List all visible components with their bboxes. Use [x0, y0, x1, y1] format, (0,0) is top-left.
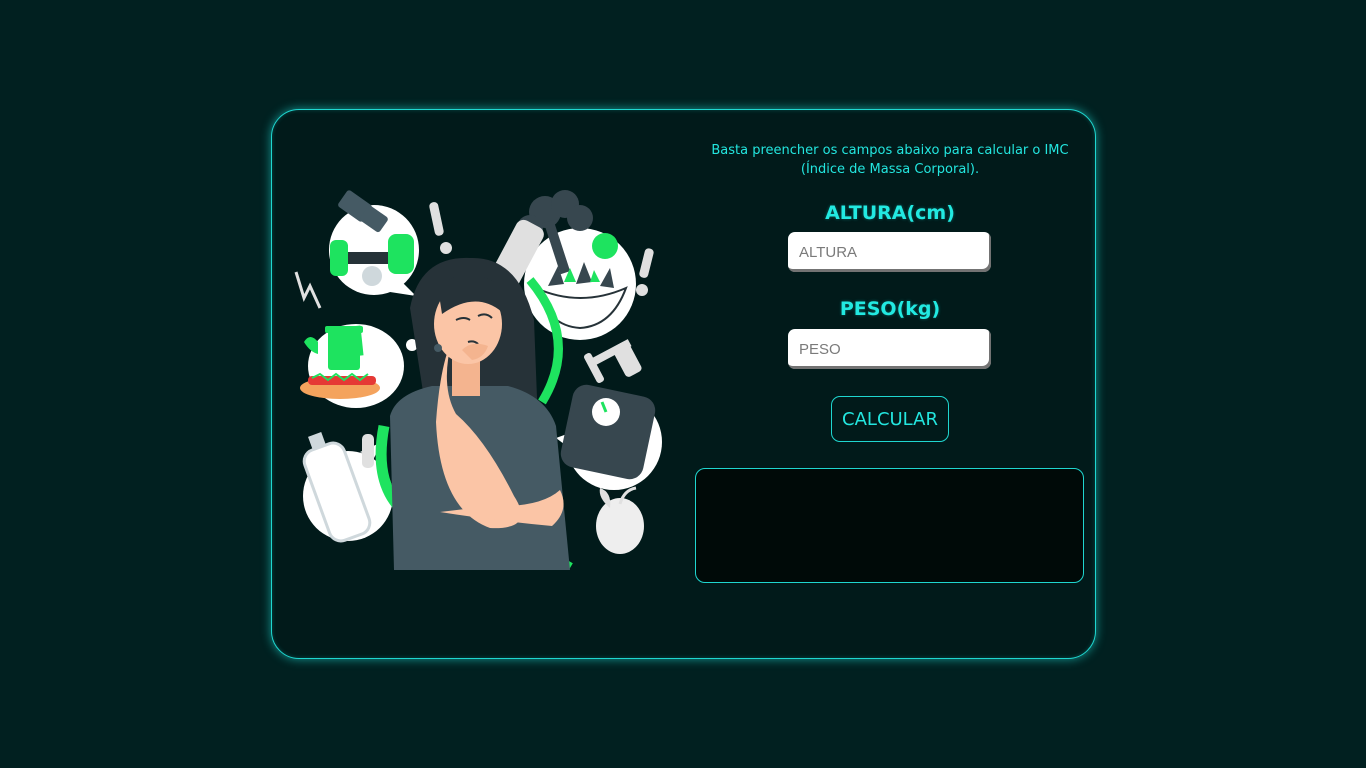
fast-food-icon: [300, 324, 418, 408]
peso-input[interactable]: [788, 329, 991, 369]
result-panel: [695, 468, 1084, 583]
bmi-form: Basta preencher os campos abaixo para ca…: [695, 110, 1085, 660]
lightning-icon: [294, 271, 322, 309]
apple-icon: [596, 486, 644, 554]
intro-text: Basta preencher os campos abaixo para ca…: [711, 143, 1069, 177]
peso-label: PESO(kg): [839, 298, 941, 320]
dumbbell-icon: [329, 190, 419, 296]
calculate-button[interactable]: CALCULAR: [831, 396, 949, 442]
salad-bowl-icon: [517, 190, 636, 340]
altura-input[interactable]: [788, 232, 991, 272]
worried-woman-illustration: [290, 190, 670, 573]
bmi-calculator-card: Basta preencher os campos abaixo para ca…: [271, 109, 1096, 659]
bathroom-scale-icon: [556, 339, 662, 490]
altura-label: ALTURA(cm): [825, 202, 955, 224]
